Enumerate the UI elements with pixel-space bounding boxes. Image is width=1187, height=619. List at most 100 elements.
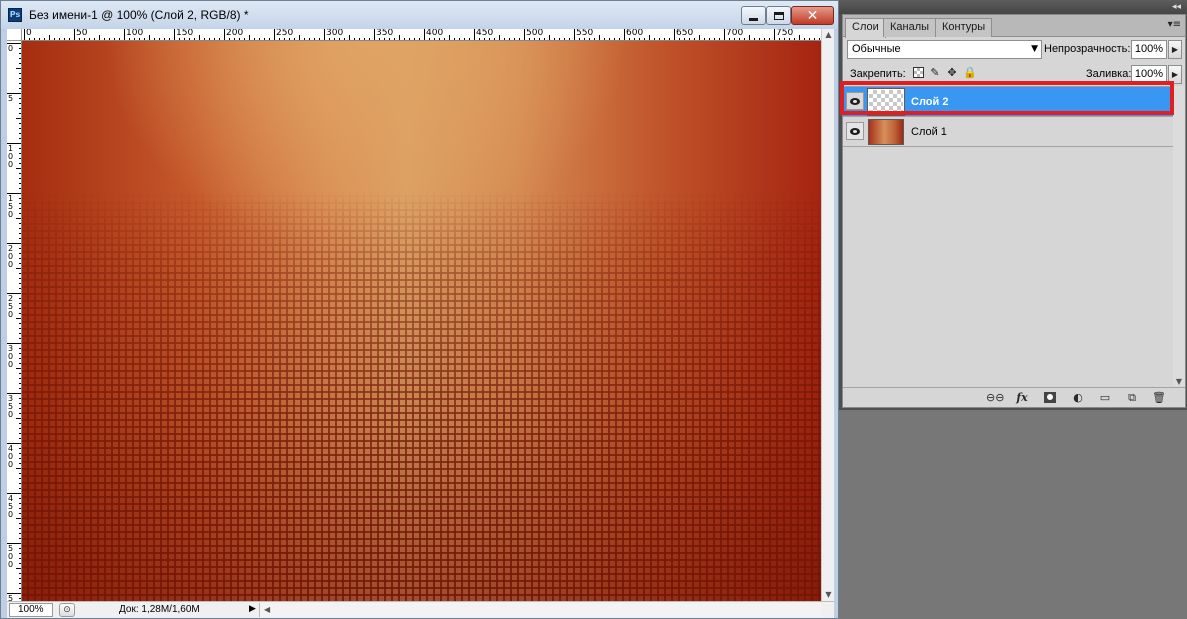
chevron-down-icon: ▼ [1031, 44, 1038, 54]
layer-mask-icon[interactable] [1041, 390, 1059, 406]
canvas[interactable] [22, 41, 821, 601]
ruler-tick-label: 650 [676, 29, 694, 38]
ruler-major-tick [574, 29, 575, 40]
visibility-toggle[interactable] [846, 122, 864, 140]
horizontal-ruler[interactable]: 0 50 100 150 200 250 300 350 400 450 500 550 600 650 7… [22, 29, 821, 41]
ruler-tick-label: 550 [576, 29, 594, 38]
ruler-major-tick [174, 29, 175, 40]
layer-thumbnail[interactable] [868, 119, 904, 145]
ruler-major-tick [374, 29, 375, 40]
tab-layers[interactable]: Слои [845, 18, 886, 38]
panel-dock: ◂◂ Слои Каналы Контуры ▾≡ Обычные ▼ Непр… [839, 0, 1187, 410]
ruler-tick-label: 600 [626, 29, 644, 38]
ruler-tick-label: 150 [176, 29, 194, 38]
status-bar: 100% ⊙ Док: 1,28M/1,60M ▶ ◀ [7, 601, 834, 618]
ruler-major-tick [524, 29, 525, 40]
ruler-major-tick [724, 29, 725, 40]
photoshop-icon: Ps [8, 8, 22, 22]
layers-panel-footer: ⊖⊖ fx ◐ ▭ ⧉ 🗑 [843, 387, 1185, 407]
ruler-tick-label: 0 [26, 29, 32, 38]
opacity-slider-button[interactable]: ▶ [1168, 40, 1182, 59]
ruler-tick-label: 350 [376, 29, 394, 38]
ruler-tick-label: 400 [426, 29, 444, 38]
document-size-info: Док: 1,28M/1,60M [119, 604, 200, 615]
panel-menu-icon[interactable]: ▾≡ [1168, 19, 1181, 30]
ruler-tick-label: 500 [526, 29, 544, 38]
ruler-major-tick [424, 29, 425, 40]
lock-label: Закрепить: [850, 68, 906, 80]
vertical-scrollbar[interactable]: ▲ ▼ [821, 29, 834, 601]
ruler-tick-label: 350 [8, 394, 14, 419]
ruler-major-tick [224, 29, 225, 40]
ruler-major-tick [324, 29, 325, 40]
vertical-ruler[interactable]: 0 5 100 150 200 250 300 350 400 450 500 5 [7, 41, 22, 601]
panel-dock-header[interactable]: ◂◂ [839, 0, 1187, 14]
delete-layer-icon[interactable]: 🗑 [1150, 390, 1168, 406]
fx-icon[interactable]: fx [1013, 390, 1031, 406]
panel-tabs: Слои Каналы Контуры ▾≡ [843, 15, 1185, 38]
ruler-tick-label: 200 [8, 244, 14, 269]
collapse-panels-icon[interactable]: ◂◂ [1172, 0, 1181, 14]
blend-mode-value: Обычные [852, 43, 901, 55]
ruler-origin[interactable] [7, 29, 22, 41]
ruler-tick-label: 300 [8, 344, 14, 369]
tab-channels[interactable]: Каналы [883, 18, 937, 37]
ruler-tick-label: 700 [726, 29, 744, 38]
scroll-up-icon[interactable]: ▲ [822, 29, 835, 41]
document-window: Ps Без имени-1 @ 100% (Слой 2, RGB/8) * … [0, 0, 839, 619]
opacity-label: Непрозрачность: [1044, 43, 1131, 55]
ruler-major-tick [474, 29, 475, 40]
ruler-major-tick [274, 29, 275, 40]
ruler-tick-label: 200 [226, 29, 244, 38]
eye-icon [850, 127, 860, 135]
ruler-tick-label: 5 [8, 94, 14, 103]
status-menu-arrow-icon[interactable]: ▶ [249, 604, 256, 614]
ruler-tick-label: 50 [76, 29, 88, 38]
scroll-down-icon[interactable]: ▼ [1173, 377, 1185, 386]
minimize-icon [749, 17, 758, 21]
ruler-tick-label: 0 [8, 44, 14, 53]
close-button[interactable]: ✕ [791, 6, 834, 25]
lock-pixels-icon[interactable]: ✎ [928, 66, 942, 80]
ruler-major-tick [624, 29, 625, 40]
document-titlebar[interactable]: Ps Без имени-1 @ 100% (Слой 2, RGB/8) * … [1, 1, 838, 29]
layers-scrollbar[interactable]: ▼ [1173, 86, 1185, 386]
zoom-field[interactable]: 100% [9, 603, 53, 617]
fill-label: Заливка: [1086, 68, 1132, 80]
lock-transparent-icon[interactable] [911, 66, 925, 80]
lock-position-icon[interactable]: ✥ [945, 66, 959, 80]
new-group-icon[interactable]: ▭ [1096, 390, 1114, 406]
ruler-tick-label: 400 [8, 444, 14, 469]
horizontal-scrollbar[interactable]: ◀ [259, 603, 821, 617]
layer-name[interactable]: Слой 1 [911, 126, 947, 138]
layers-list: Слой 2 Слой 1 [843, 86, 1173, 386]
ruler-tick-label: 150 [8, 194, 14, 219]
ruler-major-tick [74, 29, 75, 40]
maximize-button[interactable] [766, 6, 791, 25]
ruler-tick-label: 500 [8, 544, 14, 569]
scroll-down-icon[interactable]: ▼ [822, 589, 835, 601]
adjustment-layer-icon[interactable]: ◐ [1069, 390, 1087, 406]
tab-paths[interactable]: Контуры [935, 18, 993, 37]
ruler-major-tick [24, 29, 25, 40]
blend-mode-select[interactable]: Обычные ▼ [847, 40, 1042, 59]
lock-all-icon[interactable]: 🔒 [963, 66, 977, 80]
maximize-icon [773, 11, 784, 20]
status-options-icon[interactable]: ⊙ [59, 603, 75, 617]
document-title: Без имени-1 @ 100% (Слой 2, RGB/8) * [29, 8, 249, 22]
selected-layer-highlight [840, 81, 1174, 115]
layer-row-layer-1[interactable]: Слой 1 [843, 117, 1173, 147]
link-layers-icon[interactable]: ⊖⊖ [986, 390, 1004, 406]
ruler-tick-label: 450 [8, 494, 14, 519]
scroll-left-icon[interactable]: ◀ [264, 603, 270, 617]
document-body: 0 50 100 150 200 250 300 350 400 450 500 550 600 650 7… [7, 29, 834, 618]
ruler-tick-label: 450 [476, 29, 494, 38]
ruler-tick-label: 100 [8, 144, 14, 169]
canvas-bottom-shading [22, 421, 821, 601]
opacity-field[interactable]: 100% [1131, 40, 1167, 59]
ruler-major-tick [674, 29, 675, 40]
ruler-tick-label: 100 [126, 29, 144, 38]
minimize-button[interactable] [741, 6, 766, 25]
ruler-tick-label: 250 [8, 294, 14, 319]
new-layer-icon[interactable]: ⧉ [1123, 390, 1141, 406]
